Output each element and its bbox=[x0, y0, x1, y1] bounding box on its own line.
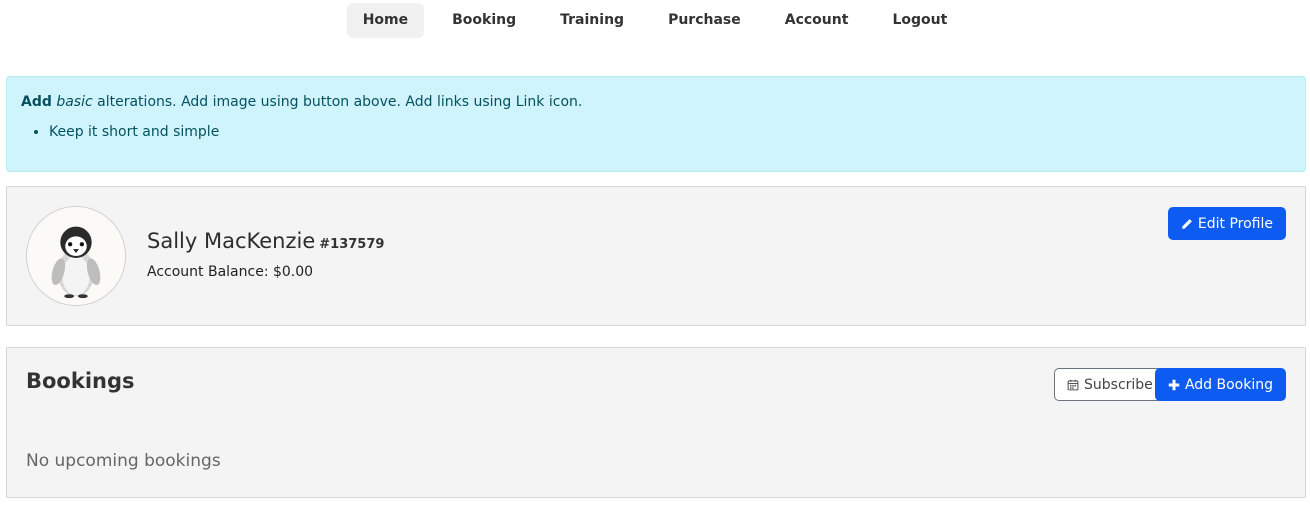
edit-profile-label: Edit Profile bbox=[1197, 215, 1273, 232]
profile-id: #137579 bbox=[319, 237, 385, 252]
info-alert: Add basic alterations. Add image using b… bbox=[6, 76, 1306, 172]
calendar-icon bbox=[1067, 379, 1079, 390]
nav-item-purchase[interactable]: Purchase bbox=[652, 3, 757, 38]
alert-bold-word: Add bbox=[21, 94, 52, 110]
profile-card: Sally MacKenzie #137579 Account Balance: … bbox=[6, 186, 1306, 326]
no-bookings-message: No upcoming bookings bbox=[26, 451, 221, 471]
nav-item-training[interactable]: Training bbox=[544, 3, 640, 38]
plus-icon bbox=[1168, 379, 1180, 390]
bookings-title: Bookings bbox=[26, 369, 135, 393]
profile-name-line: Sally MacKenzie #137579 bbox=[147, 229, 384, 253]
subscribe-label: Subscribe bbox=[1084, 376, 1153, 393]
profile-name: Sally MacKenzie bbox=[147, 229, 316, 253]
nav-item-home[interactable]: Home bbox=[346, 3, 425, 38]
alert-message: Add basic alterations. Add image using b… bbox=[21, 93, 1291, 111]
edit-profile-button[interactable]: Edit Profile bbox=[1167, 207, 1286, 240]
nav-item-booking[interactable]: Booking bbox=[436, 3, 532, 38]
add-booking-button[interactable]: Add Booking bbox=[1154, 368, 1286, 401]
nav-item-logout[interactable]: Logout bbox=[876, 3, 963, 38]
penguin-avatar-svg bbox=[27, 207, 125, 305]
main-nav: Home Booking Training Purchase Account L… bbox=[0, 3, 1310, 38]
alert-bullet: Keep it short and simple bbox=[49, 123, 1291, 141]
nav-item-account[interactable]: Account bbox=[769, 3, 865, 38]
nav-list: Home Booking Training Purchase Account L… bbox=[341, 3, 970, 38]
pencil-icon bbox=[1182, 218, 1192, 229]
penguin-avatar-icon bbox=[26, 206, 126, 306]
alert-list: Keep it short and simple bbox=[21, 123, 1291, 141]
bookings-card: Bookings Subscribe Add Booking No upcomi… bbox=[6, 347, 1306, 498]
add-booking-label: Add Booking bbox=[1184, 376, 1273, 393]
alert-italic-word: basic bbox=[56, 94, 93, 110]
subscribe-button[interactable]: Subscribe bbox=[1054, 368, 1166, 401]
alert-rest-text: alterations. Add image using button abov… bbox=[92, 94, 583, 110]
account-balance: Account Balance: $0.00 bbox=[147, 264, 314, 280]
